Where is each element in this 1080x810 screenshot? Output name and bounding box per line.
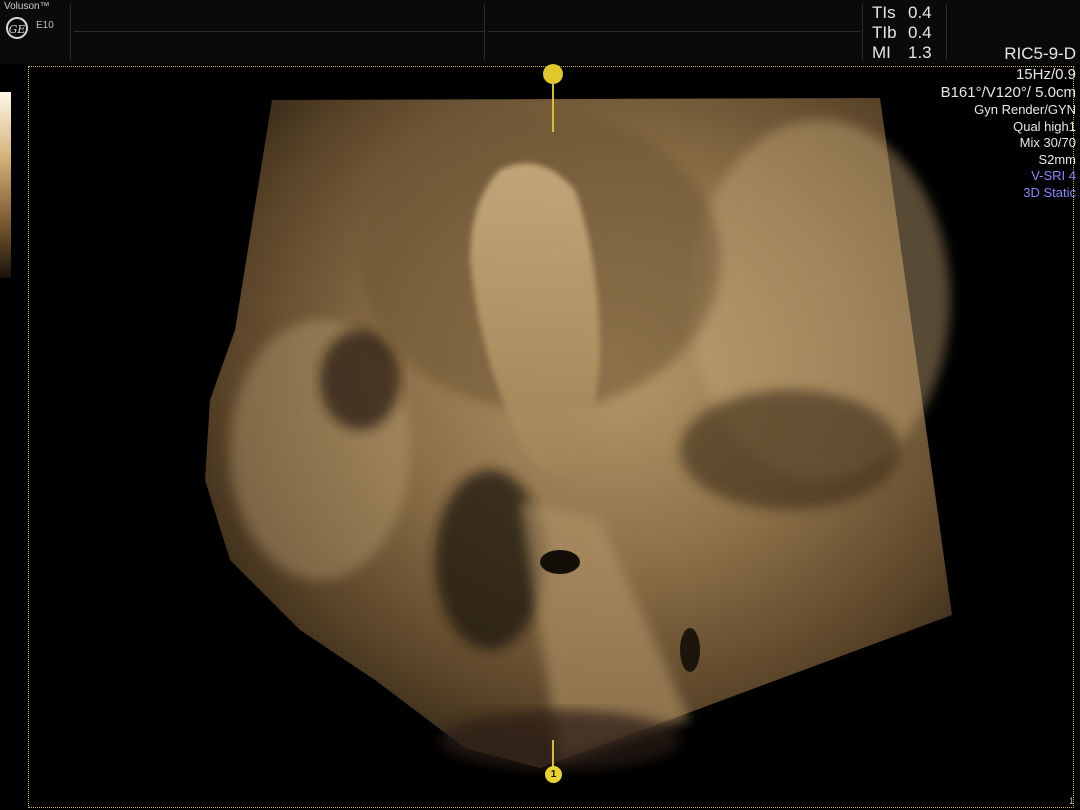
quality-setting: Qual high1	[1013, 118, 1076, 134]
acquisition-params: 15Hz/0.9 B161°/V120°/ 5.0cm Gyn Render/G…	[941, 66, 1076, 201]
vsri-setting: V-SRI 4	[1031, 168, 1076, 183]
mix-setting: Mix 30/70	[1019, 135, 1076, 150]
sweep-angles: B161°/V120°/ 5.0cm	[940, 84, 1076, 101]
marker-line-top	[552, 84, 554, 132]
ultrasound-render	[205, 98, 952, 770]
render-volume	[205, 98, 952, 770]
render-mode: Gyn Render/GYN	[974, 102, 1076, 117]
slice-thickness: S2mm	[1038, 151, 1076, 167]
static-mode: 3D Static	[1023, 184, 1076, 200]
caliper-marker[interactable]: 1	[545, 766, 562, 783]
frame-number: 1	[1068, 796, 1074, 806]
probe-orientation-marker[interactable]	[543, 64, 563, 84]
marker-line-bottom	[552, 740, 554, 768]
frame-rate: 15Hz/0.9	[1015, 66, 1076, 83]
